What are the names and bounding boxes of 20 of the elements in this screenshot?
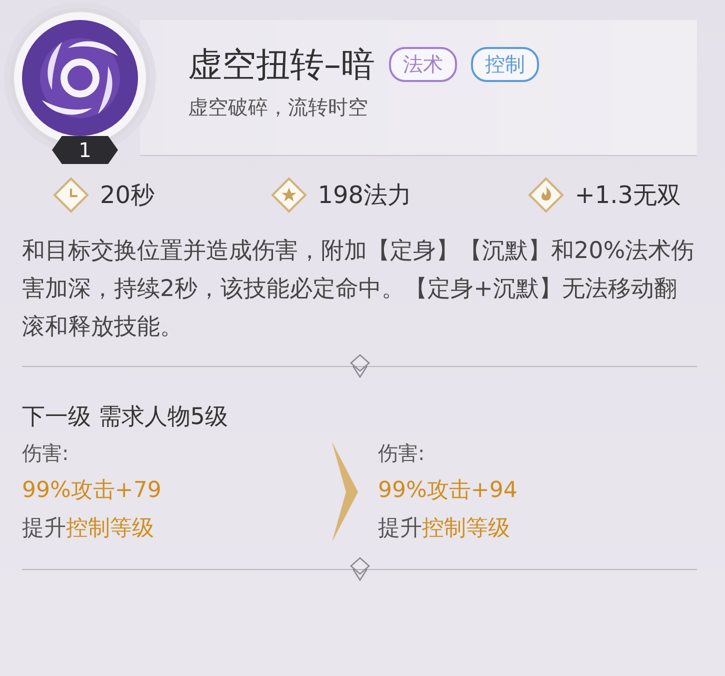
diamond-icon	[348, 354, 370, 378]
skill-name: 虚空扭转–暗	[188, 44, 375, 86]
stat-label: 伤害:	[22, 440, 70, 467]
next-level-title: 下一级 需求人物5级	[22, 403, 229, 432]
stat-value: 198法力	[318, 180, 412, 211]
stat-label: 伤害:	[378, 440, 426, 467]
skill-tag: 法术	[389, 47, 457, 82]
chevron-icon	[332, 442, 358, 542]
damage-value: 99%攻击+79	[22, 477, 162, 505]
skill-tag: 控制	[471, 47, 539, 82]
level-badge: 1	[52, 136, 118, 164]
damage-value: 99%攻击+94	[378, 477, 518, 505]
diamond-icon	[348, 557, 370, 581]
skill-subtitle: 虚空破碎，流转时空	[188, 94, 369, 120]
skill-description: 和目标交换位置并造成伤害，附加【定身】【沉默】和20%法术伤害加深，持续2秒，该技能必定命中。【定身+沉默】无法移动翻滚和释放技能。	[22, 237, 696, 342]
vortex-icon	[22, 20, 138, 136]
stat-value: +1.3无双	[574, 180, 681, 211]
upgrade-text: 提升控制等级	[378, 515, 511, 543]
stat-value: 20秒	[100, 180, 155, 211]
upgrade-text: 提升控制等级	[22, 515, 155, 543]
